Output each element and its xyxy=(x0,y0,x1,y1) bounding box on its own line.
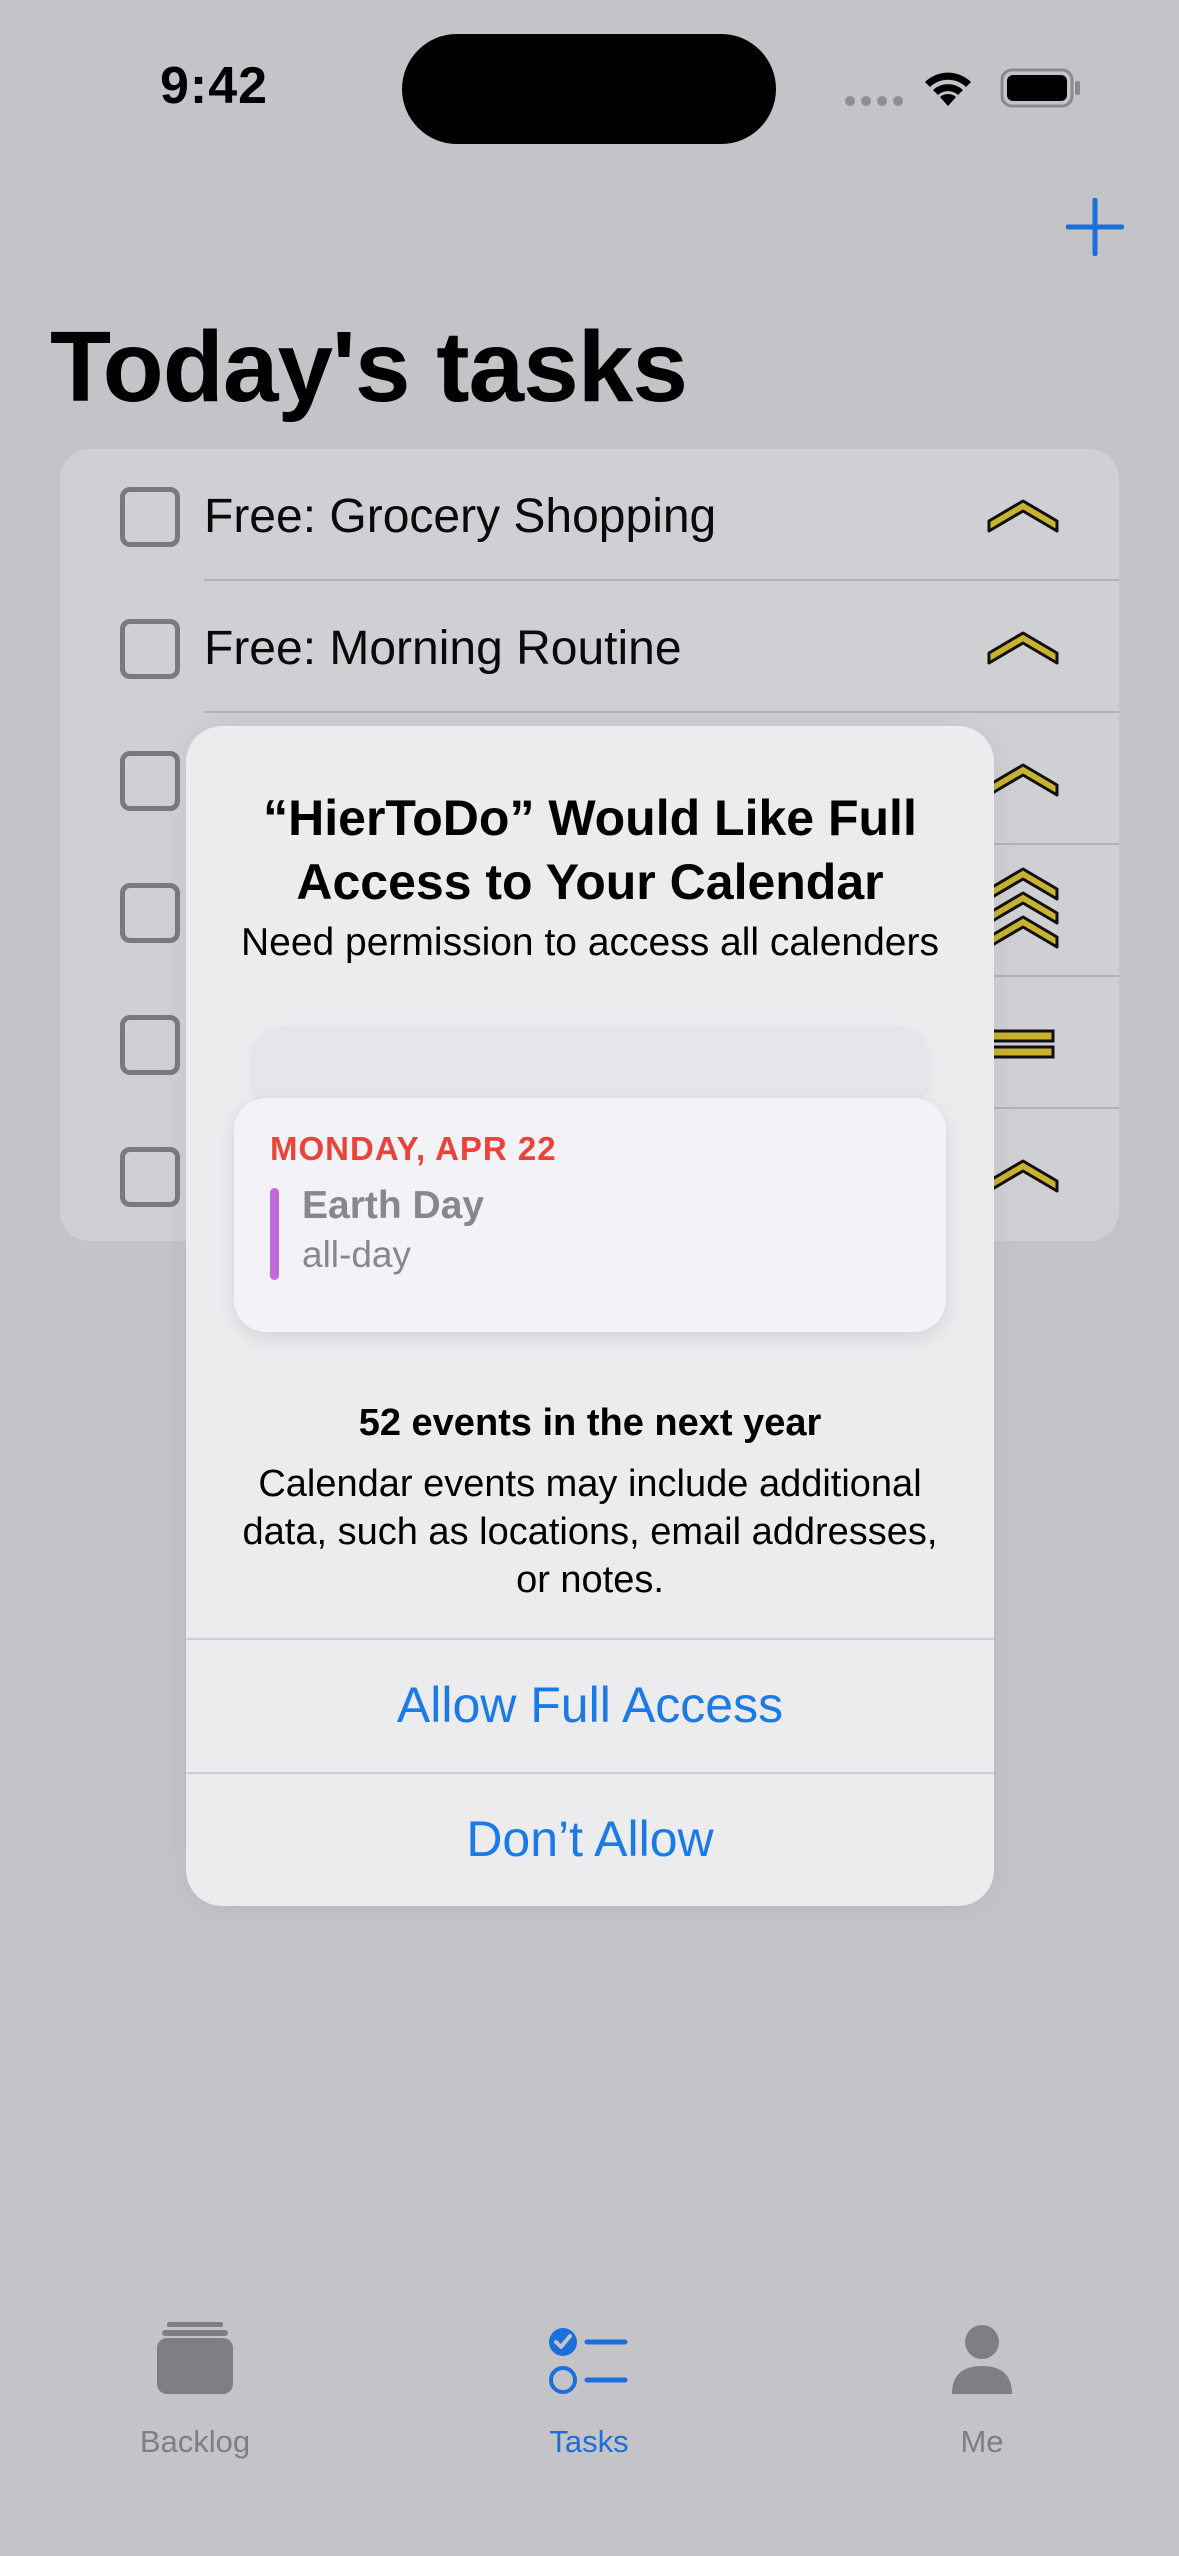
cellular-signal-icon xyxy=(845,96,903,106)
tray-stack-icon xyxy=(157,2322,233,2394)
event-date: MONDAY, APR 22 xyxy=(270,1130,557,1167)
tab-label: Backlog xyxy=(139,2424,251,2459)
event-color-bar xyxy=(270,1188,279,1280)
alert-title: “HierToDo” Would Like Full Access to You… xyxy=(263,790,917,910)
tab-backlog[interactable]: Backlog xyxy=(95,2316,295,2459)
status-time: 9:42 xyxy=(160,57,269,115)
priority-medium-icon xyxy=(987,631,1059,665)
calendar-permission-alert: “HierToDo” Would Like Full Access to You… xyxy=(186,726,994,1906)
task-checkbox[interactable] xyxy=(120,619,180,679)
calendar-card-shadow xyxy=(252,1026,928,1106)
tab-label: Tasks xyxy=(549,2424,629,2459)
task-checkbox[interactable] xyxy=(120,1147,180,1207)
priority-medium-icon xyxy=(987,1159,1059,1193)
task-row[interactable]: Free: Morning Routine xyxy=(60,581,1119,713)
battery-icon xyxy=(1000,68,1080,108)
event-time: all-day xyxy=(302,1234,411,1275)
calendar-event-preview: MONDAY, APR 22 Earth Day all-day xyxy=(234,1098,946,1332)
tab-me[interactable]: Me xyxy=(882,2316,1082,2459)
tab-tasks[interactable]: Tasks xyxy=(489,2316,689,2459)
dynamic-island xyxy=(402,34,776,144)
task-row[interactable]: Free: Grocery Shopping xyxy=(60,449,1119,581)
priority-normal-icon xyxy=(989,1029,1055,1059)
task-label: Free: Grocery Shopping xyxy=(204,490,717,543)
task-checkbox[interactable] xyxy=(120,751,180,811)
dont-allow-button[interactable]: Don’t Allow xyxy=(186,1772,994,1904)
event-name: Earth Day xyxy=(302,1184,485,1227)
task-checkbox[interactable] xyxy=(120,883,180,943)
task-label: Free: Morning Routine xyxy=(204,622,682,675)
priority-highest-icon xyxy=(987,867,1059,949)
task-checkbox[interactable] xyxy=(120,1015,180,1075)
tab-label: Me xyxy=(960,2424,1004,2459)
priority-medium-icon xyxy=(987,763,1059,797)
add-task-button[interactable] xyxy=(1066,198,1124,256)
wifi-icon xyxy=(925,72,971,106)
alert-message: Need permission to access all calenders xyxy=(240,921,939,964)
event-description: Calendar events may include additional d… xyxy=(242,1463,938,1601)
task-checkbox[interactable] xyxy=(120,487,180,547)
allow-full-access-button[interactable]: Allow Full Access xyxy=(186,1638,994,1770)
priority-medium-icon xyxy=(987,499,1059,533)
event-count: 52 events in the next year xyxy=(358,1402,822,1444)
person-icon xyxy=(952,2325,1012,2394)
checklist-icon xyxy=(549,2328,628,2394)
page-title: Today's tasks xyxy=(50,311,688,423)
